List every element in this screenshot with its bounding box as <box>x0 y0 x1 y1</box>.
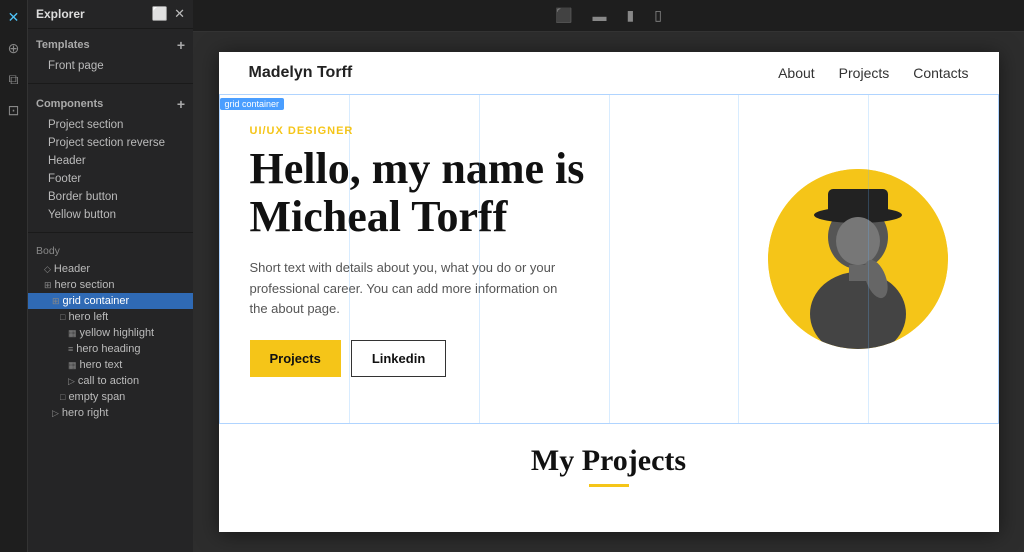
box-icon: □ <box>60 312 65 322</box>
diamond-icon: ◇ <box>44 264 51 275</box>
sidebar-item-border-button[interactable]: Border button <box>28 188 193 206</box>
device-bar: ⬛ ▬ ▮ ▯ <box>193 0 1024 32</box>
cta-buttons: Projects Linkedin <box>250 340 728 377</box>
nav-link-projects[interactable]: Projects <box>839 65 890 81</box>
sidebar-divider-2 <box>28 232 193 233</box>
explorer-icon[interactable]: ✕ <box>5 6 23 29</box>
sidebar-item-yellow-button[interactable]: Yellow button <box>28 206 193 224</box>
sidebar: Explorer ⬜ ✕ Templates + Front page Comp… <box>28 0 193 552</box>
hero-left: UI/UX DESIGNER Hello, my name is Micheal… <box>250 125 748 393</box>
tablet-portrait-icon[interactable]: ▮ <box>627 7 635 24</box>
nav-links: About Projects Contacts <box>778 65 968 81</box>
label: Project section <box>48 119 123 131</box>
tree-label: empty span <box>68 391 125 403</box>
sidebar-collapse-button[interactable]: ⬜ <box>152 6 168 22</box>
tree-label: Header <box>54 263 90 275</box>
mobile-icon[interactable]: ▯ <box>654 7 662 24</box>
tree-label: yellow highlight <box>80 327 155 339</box>
body-label: Body <box>28 241 193 261</box>
tree-item-hero-section[interactable]: ⊞ hero section <box>28 277 193 293</box>
components-section: Components + Project section Project sec… <box>28 88 193 228</box>
nav-link-contacts[interactable]: Contacts <box>913 65 968 81</box>
templates-label: Templates <box>36 39 90 51</box>
nav-site-name: Madelyn Torff <box>249 64 353 82</box>
tree-label: hero left <box>68 311 108 323</box>
hero-text: Short text with details about you, what … <box>250 258 570 320</box>
my-projects-underline <box>589 484 629 487</box>
sidebar-close-button[interactable]: ✕ <box>174 6 185 22</box>
monitor-icon[interactable]: ⬛ <box>555 7 572 24</box>
label: Border button <box>48 191 118 203</box>
tree-view: Body ◇ Header ⊞ hero section ⊞ grid cont… <box>28 237 193 552</box>
hero-right <box>748 125 968 393</box>
layers-icon[interactable]: ⧉ <box>6 68 22 91</box>
templates-add-icon[interactable]: + <box>177 37 185 53</box>
my-projects-title: My Projects <box>249 444 969 478</box>
tree-item-grid-container[interactable]: ⊞ grid container <box>28 293 193 309</box>
sidebar-item-front-page[interactable]: Front page <box>28 57 193 75</box>
sidebar-header: Explorer ⬜ ✕ <box>28 0 193 29</box>
label: Yellow button <box>48 209 116 221</box>
sidebar-item-header[interactable]: Header <box>28 152 193 170</box>
tree-item-hero-text[interactable]: ▦ hero text <box>28 357 193 373</box>
linkedin-button[interactable]: Linkedin <box>351 340 446 377</box>
label: Footer <box>48 173 81 185</box>
projects-button[interactable]: Projects <box>250 340 341 377</box>
sidebar-actions: ⬜ ✕ <box>152 6 185 22</box>
website-preview: Madelyn Torff About Projects Contacts gr… <box>219 52 999 532</box>
arrow-icon: ▷ <box>68 376 75 387</box>
tree-label: hero section <box>55 279 115 291</box>
settings-icon[interactable]: ⊡ <box>5 99 23 122</box>
grid-icon: ⊞ <box>44 280 52 291</box>
tree-label: grid container <box>63 295 130 307</box>
tree-label: call to action <box>78 375 139 387</box>
block-icon: ▦ <box>68 328 77 339</box>
sidebar-item-footer[interactable]: Footer <box>28 170 193 188</box>
tree-item-call-to-action[interactable]: ▷ call to action <box>28 373 193 389</box>
tablet-landscape-icon[interactable]: ▬ <box>593 8 607 24</box>
tree-item-empty-span[interactable]: □ empty span <box>28 389 193 405</box>
components-label: Components <box>36 98 103 110</box>
block-icon-2: ▦ <box>68 360 77 371</box>
icon-bar: ✕ ⊕ ⧉ ⊡ <box>0 0 28 552</box>
ui-ux-label: UI/UX DESIGNER <box>250 125 728 137</box>
hero-section: grid container UI/UX DESIGNER Hello, my … <box>219 94 999 424</box>
hero-avatar <box>768 169 948 349</box>
text-icon: ≡ <box>68 344 73 354</box>
box-icon-2: □ <box>60 392 65 402</box>
add-icon[interactable]: ⊕ <box>5 37 23 60</box>
grid-container-badge: grid container <box>220 98 285 110</box>
templates-section: Templates + Front page <box>28 29 193 79</box>
expand-icon: ▷ <box>52 408 59 419</box>
canvas-area: Madelyn Torff About Projects Contacts gr… <box>193 32 1024 552</box>
avatar-svg <box>768 169 948 349</box>
tree-item-yellow-highlight[interactable]: ▦ yellow highlight <box>28 325 193 341</box>
tree-item-hero-heading[interactable]: ≡ hero heading <box>28 341 193 357</box>
sidebar-title: Explorer <box>36 7 85 21</box>
front-page-label: Front page <box>48 60 104 72</box>
label: Project section reverse <box>48 137 165 149</box>
my-projects-section: My Projects <box>219 424 999 497</box>
hero-heading: Hello, my name is Micheal Torff <box>250 145 728 242</box>
nav-link-about[interactable]: About <box>778 65 815 81</box>
tree-item-header[interactable]: ◇ Header <box>28 261 193 277</box>
tree-item-hero-left[interactable]: □ hero left <box>28 309 193 325</box>
templates-header[interactable]: Templates + <box>28 33 193 57</box>
grid-icon-active: ⊞ <box>52 296 60 307</box>
tree-item-hero-right[interactable]: ▷ hero right <box>28 405 193 421</box>
tree-label: hero text <box>80 359 123 371</box>
sidebar-item-project-section-reverse[interactable]: Project section reverse <box>28 134 193 152</box>
grid-badge-wrapper: grid container <box>220 94 285 114</box>
tree-label: hero right <box>62 407 108 419</box>
label: Header <box>48 155 86 167</box>
components-add-icon[interactable]: + <box>177 96 185 112</box>
preview-nav: Madelyn Torff About Projects Contacts <box>219 52 999 94</box>
main-canvas: ⬛ ▬ ▮ ▯ Madelyn Torff About Projects Con… <box>193 0 1024 552</box>
components-header[interactable]: Components + <box>28 92 193 116</box>
sidebar-item-project-section[interactable]: Project section <box>28 116 193 134</box>
tree-label: hero heading <box>76 343 140 355</box>
sidebar-divider-1 <box>28 83 193 84</box>
